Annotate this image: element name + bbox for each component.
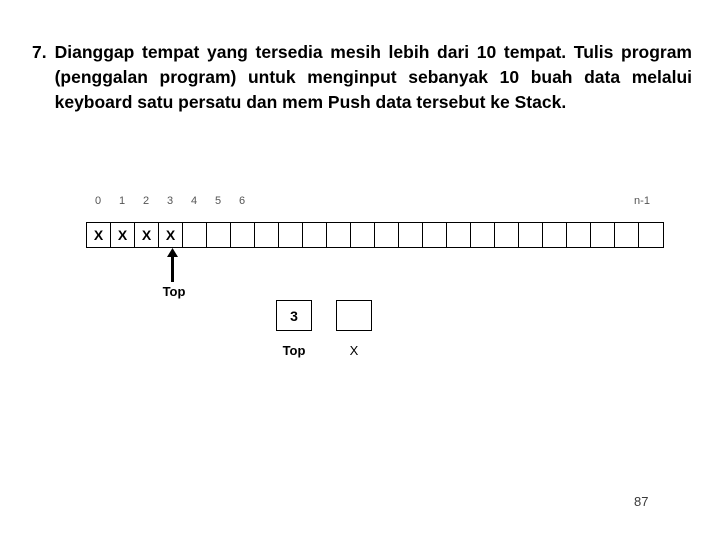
array-cell: X [87, 223, 111, 247]
array-cell [519, 223, 543, 247]
x-variable-label: X [349, 343, 359, 358]
array-index-label: 6 [238, 195, 246, 207]
array-cell [495, 223, 519, 247]
array-index-label: 2 [142, 195, 150, 207]
array-index-label-last: n-1 [634, 195, 650, 207]
stack-array-diagram: 0123456 n-1 XXXX Top 3 Top X [0, 0, 720, 540]
array-cell [351, 223, 375, 247]
array-cell [423, 223, 447, 247]
array-index-label: 1 [118, 195, 126, 207]
array-cell [471, 223, 495, 247]
array-pointer-label: Top [162, 284, 186, 299]
array-cell [639, 223, 663, 247]
array-cell [399, 223, 423, 247]
array-index-label: 4 [190, 195, 198, 207]
array-cell [207, 223, 231, 247]
array-cell [567, 223, 591, 247]
array-index-label: 0 [94, 195, 102, 207]
array-cell: X [135, 223, 159, 247]
array-cell [615, 223, 639, 247]
array-cell [231, 223, 255, 247]
array-cell [375, 223, 399, 247]
array-cell [543, 223, 567, 247]
array-cell [447, 223, 471, 247]
array-cell [591, 223, 615, 247]
array-cell: X [159, 223, 183, 247]
arrow-up-icon [166, 248, 179, 282]
array-cell [279, 223, 303, 247]
array-cell [327, 223, 351, 247]
array-cells-row: XXXX [86, 222, 664, 248]
top-variable-label: Top [282, 343, 306, 358]
page-number: 87 [634, 494, 649, 509]
x-variable-box [336, 300, 372, 331]
top-variable-box: 3 [276, 300, 312, 331]
array-cell [183, 223, 207, 247]
array-index-label: 5 [214, 195, 222, 207]
array-cell [303, 223, 327, 247]
array-cell: X [111, 223, 135, 247]
array-index-label: 3 [166, 195, 174, 207]
array-cell [255, 223, 279, 247]
